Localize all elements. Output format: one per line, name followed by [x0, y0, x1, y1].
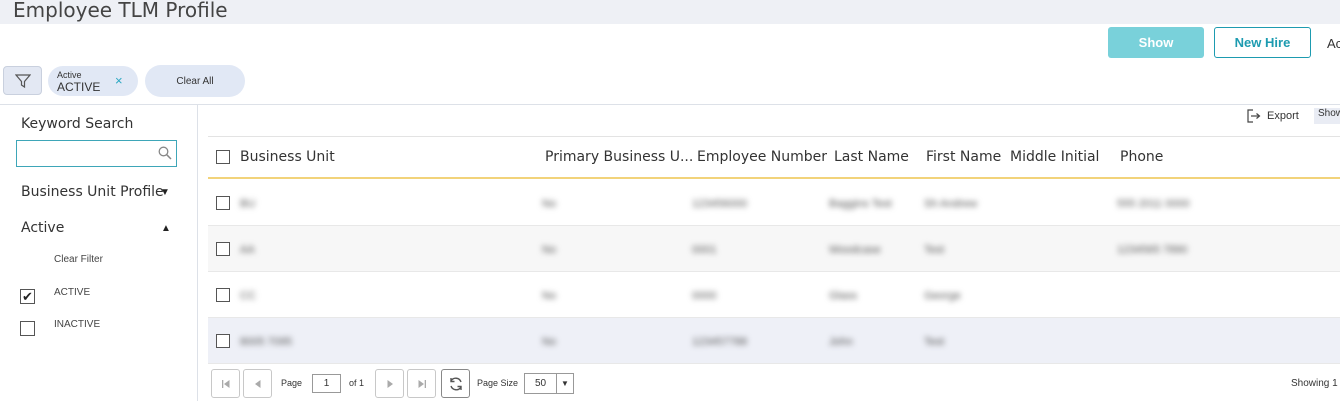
export-button[interactable]: Export: [1247, 109, 1299, 123]
page-number-input[interactable]: 1: [312, 374, 341, 393]
chip-key: Active: [57, 70, 82, 80]
keyword-search-field: [16, 140, 177, 167]
cell-last-name: John: [829, 336, 853, 348]
next-page-icon: [387, 379, 393, 388]
previous-page-button[interactable]: [243, 369, 272, 398]
row-checkbox[interactable]: [216, 242, 230, 256]
cell-primary-bu: No: [542, 198, 557, 210]
cell-employee-number: 0001: [692, 244, 717, 256]
chevron-down-icon[interactable]: ▼: [556, 374, 573, 393]
column-header[interactable]: Phone: [1120, 149, 1163, 165]
cell-business-unit: CC: [240, 290, 256, 302]
pagination-bar: Page 1 of 1 Page Size 50 ▼ Showing 1: [208, 368, 1340, 398]
new-hire-button[interactable]: New Hire: [1214, 27, 1311, 58]
previous-page-icon: [254, 379, 260, 388]
cell-phone: 1234565 7890: [1117, 244, 1188, 256]
employee-grid: Business Unit Primary Business U... Empl…: [208, 136, 1340, 364]
column-header[interactable]: Primary Business U...: [545, 149, 693, 165]
chip-value: ACTIVE: [57, 80, 101, 94]
cell-business-unit: 8005 7095: [240, 336, 292, 348]
grid-header: Business Unit Primary Business U... Empl…: [208, 137, 1340, 179]
cell-last-name: Woodcase: [829, 244, 881, 256]
row-checkbox[interactable]: [216, 196, 230, 210]
column-header[interactable]: Employee Number: [697, 149, 827, 165]
select-all-checkbox[interactable]: [216, 150, 230, 164]
cell-primary-bu: No: [542, 290, 557, 302]
search-icon[interactable]: [158, 146, 172, 160]
cell-first-name: Sh Andrew: [924, 198, 978, 210]
refresh-button[interactable]: [441, 369, 470, 398]
page-title: Employee TLM Profile: [13, 0, 228, 22]
page-label: Page: [281, 378, 303, 388]
show-columns-button[interactable]: Show: [1314, 108, 1340, 124]
active-checkbox[interactable]: ✔: [20, 289, 35, 304]
column-header[interactable]: Business Unit: [240, 149, 335, 165]
business-unit-profile-toggle[interactable]: Business Unit Profile: [21, 184, 164, 200]
cell-business-unit: AA: [240, 244, 255, 256]
cell-first-name: Test: [924, 336, 945, 348]
filter-sidebar: Keyword Search Business Unit Profile ▼ A…: [0, 105, 198, 401]
cell-primary-bu: No: [542, 244, 557, 256]
page-count-label: of 1: [349, 378, 365, 388]
cell-last-name: Glass: [829, 290, 858, 302]
row-checkbox[interactable]: [216, 334, 230, 348]
caret-up-icon[interactable]: ▲: [161, 223, 171, 234]
cell-last-name: Baggins Test: [829, 198, 892, 210]
first-page-icon: [221, 379, 229, 388]
refresh-icon: [449, 377, 462, 390]
page-size-value: 50: [535, 378, 547, 389]
page-size-label: Page Size: [477, 378, 519, 388]
title-bar: Employee TLM Profile: [0, 0, 1340, 24]
column-header[interactable]: Middle Initial: [1010, 149, 1099, 165]
active-filter-chip[interactable]: Active ACTIVE ×: [48, 66, 138, 96]
clear-filter-link[interactable]: Clear Filter: [54, 254, 103, 265]
show-button[interactable]: Show: [1108, 27, 1204, 58]
cell-primary-bu: No: [542, 336, 557, 348]
actions-menu[interactable]: Ac: [1327, 36, 1340, 51]
cell-business-unit: BU: [240, 198, 256, 210]
filter-toggle-button[interactable]: [3, 66, 42, 95]
row-checkbox[interactable]: [216, 288, 230, 302]
cell-phone: 555 2011 0000: [1117, 198, 1190, 210]
inactive-option-label: INACTIVE: [54, 319, 101, 330]
keyword-search-label: Keyword Search: [21, 116, 134, 132]
divider: [0, 104, 1340, 105]
cell-first-name: George: [924, 290, 961, 302]
page-size-select[interactable]: 50 ▼: [524, 373, 574, 394]
filter-icon: [14, 73, 31, 88]
close-icon[interactable]: ×: [115, 73, 123, 88]
inactive-checkbox[interactable]: [20, 321, 35, 336]
next-page-button[interactable]: [375, 369, 404, 398]
active-section-toggle[interactable]: Active: [21, 220, 64, 236]
cell-employee-number: 123456000: [692, 198, 748, 210]
keyword-search-input[interactable]: [17, 141, 152, 166]
active-option-label: ACTIVE: [54, 287, 91, 298]
column-header[interactable]: First Name: [926, 149, 1001, 165]
cell-employee-number: 123457788: [692, 336, 748, 348]
export-label: Export: [1267, 110, 1299, 122]
cell-employee-number: 0000: [692, 290, 717, 302]
cell-first-name: Test: [924, 244, 945, 256]
last-page-button[interactable]: [407, 369, 436, 398]
table-row[interactable]: AA No 0001 Woodcase Test 1234565 7890: [208, 226, 1340, 272]
last-page-icon: [418, 379, 426, 388]
column-header[interactable]: Last Name: [834, 149, 909, 165]
first-page-button[interactable]: [211, 369, 240, 398]
records-count: Showing 1: [1291, 378, 1338, 389]
table-row[interactable]: CC No 0000 Glass George: [208, 272, 1340, 318]
clear-all-button[interactable]: Clear All: [145, 65, 245, 97]
table-row[interactable]: 8005 7095 No 123457788 John Test: [208, 318, 1340, 364]
caret-down-icon[interactable]: ▼: [160, 187, 170, 198]
table-row[interactable]: BU No 123456000 Baggins Test Sh Andrew 5…: [208, 180, 1340, 226]
export-icon: [1247, 109, 1261, 123]
